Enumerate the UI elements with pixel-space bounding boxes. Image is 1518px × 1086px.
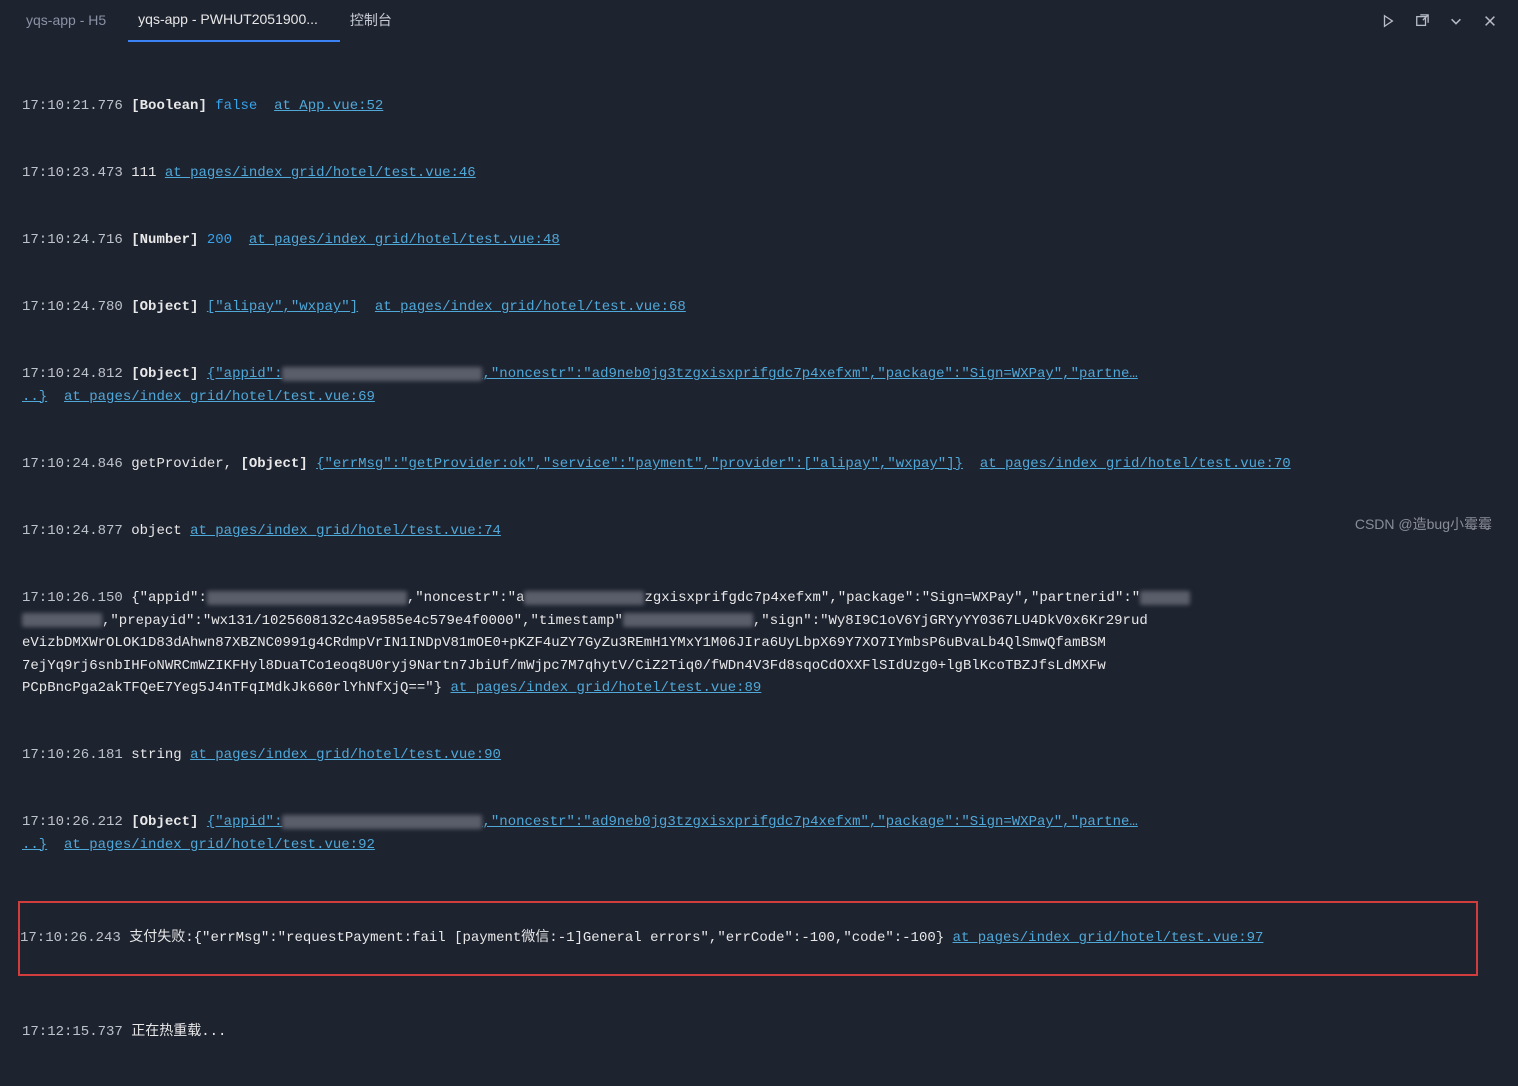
log-row: 17:10:24.812 [Object] {"appid": ,"noncest…	[22, 363, 1518, 408]
log-value: 200	[207, 232, 232, 248]
log-row: 17:10:26.181 string at pages/index_grid/…	[22, 744, 1518, 766]
object-link[interactable]: {"appid": ,"noncestr":"ad9neb0jg3tzgxisxp…	[207, 814, 1138, 830]
obj-part: {"appid":	[207, 366, 283, 382]
obj-part: {"appid":	[207, 814, 283, 830]
obj-part: ,"noncestr":"ad9neb0jg3tzgxisxprifgdc7p4…	[482, 366, 1137, 382]
timestamp: 17:12:15.737	[22, 1024, 123, 1040]
redacted-region	[22, 613, 102, 627]
obj-part: ,"noncestr":"ad9neb0jg3tzgxisxprifgdc7p4…	[482, 814, 1137, 830]
timestamp: 17:10:26.212	[22, 814, 123, 830]
source-link[interactable]: at pages/index_grid/hotel/test.vue:69	[64, 389, 375, 405]
tab-bar: yqs-app - H5 yqs-app - PWHUT2051900... 控…	[0, 0, 1518, 42]
object-link[interactable]: {"appid": ,"noncestr":"ad9neb0jg3tzgxisxp…	[207, 366, 1138, 382]
log-value: false	[215, 98, 257, 114]
txt-part: 7ejYq9rj6snbIHFoNWRCmWZIKFHyl8DuaTCo1eoq…	[22, 658, 1106, 674]
source-link[interactable]: at pages/index_grid/hotel/test.vue:90	[190, 747, 501, 763]
log-row: 17:10:23.473 111 at pages/index_grid/hot…	[22, 162, 1518, 184]
timestamp: 17:10:23.473	[22, 165, 123, 181]
error-highlight-box: 17:10:26.243 支付失败:{"errMsg":"requestPaym…	[18, 901, 1478, 976]
source-link[interactable]: at pages/index_grid/hotel/test.vue:48	[249, 232, 560, 248]
txt-part: PCpBncPga2akTFQeE7Yeg5J4nTFqIMdkJk660rlY…	[22, 680, 442, 696]
source-link[interactable]: index_grid/hotel/test.vue:68	[451, 299, 686, 315]
txt-part: {"appid":	[131, 590, 207, 606]
timestamp: 17:10:26.243	[20, 930, 121, 946]
play-icon[interactable]	[1380, 13, 1396, 29]
log-row-error: 17:10:26.243 支付失败:{"errMsg":"requestPaym…	[20, 927, 1472, 949]
source-link[interactable]: at pages/index_grid/hotel/test.vue:46	[165, 165, 476, 181]
redacted-region	[1140, 591, 1190, 605]
source-link[interactable]: at pages/index_grid/hotel/test.vue:97	[953, 930, 1264, 946]
tab-device[interactable]: yqs-app - PWHUT2051900...	[128, 0, 340, 42]
timestamp: 17:10:26.150	[22, 590, 123, 606]
timestamp: 17:10:24.877	[22, 523, 123, 539]
txt-part: ,"prepayid":"wx131/1025608132c4a9585e4c5…	[102, 613, 623, 629]
log-text: string	[131, 747, 181, 763]
log-row: 17:10:26.150 {"appid": ,"noncestr":"a zgxi…	[22, 587, 1518, 699]
object-cont[interactable]: ..}	[22, 389, 47, 405]
log-type: [Object]	[131, 814, 198, 830]
txt-part: ,"sign":"Wy8I9C1oV6YjGRYyYY0367LU4DkV0x6…	[753, 613, 1148, 629]
log-text: object	[131, 523, 181, 539]
redacted-region	[282, 815, 482, 829]
toolbar-right	[1380, 0, 1498, 42]
tab-console-label[interactable]: 控制台	[340, 1, 414, 41]
source-link[interactable]: at pages/index_grid/hotel/test.vue:92	[64, 837, 375, 853]
log-text: 111	[131, 165, 156, 181]
timestamp: 17:10:24.812	[22, 366, 123, 382]
close-icon[interactable]	[1482, 13, 1498, 29]
log-type: [Object]	[240, 456, 307, 472]
log-row: 17:10:24.716 [Number] 200 at pages/index…	[22, 229, 1518, 251]
timestamp: 17:10:24.716	[22, 232, 123, 248]
watermark: CSDN @造bug小霉霉	[1355, 513, 1492, 535]
redacted-region	[282, 367, 482, 381]
log-text: 支付失败:{"errMsg":"requestPayment:fail [pay…	[129, 930, 944, 946]
log-type: [Boolean]	[131, 98, 207, 114]
source-link[interactable]: at pages/index_grid/hotel/test.vue:74	[190, 523, 501, 539]
log-row: 17:10:24.846 getProvider, [Object] {"err…	[22, 453, 1518, 475]
log-row: 17:10:21.776 [Boolean] false at App.vue:…	[22, 95, 1518, 117]
object-cont[interactable]: ..}	[22, 837, 47, 853]
object-link[interactable]: {"errMsg":"getProvider:ok","service":"pa…	[316, 456, 963, 472]
log-row: 17:10:24.780 [Object] ["alipay","wxpay"]…	[22, 296, 1518, 318]
log-row: 17:10:26.212 [Object] {"appid": ,"noncest…	[22, 811, 1518, 856]
tab-h5[interactable]: yqs-app - H5	[16, 1, 128, 41]
txt-part: eVizbDMXWrOLOK1D83dAhwn87XBZNC0991g4CRdm…	[22, 635, 1106, 651]
object-link[interactable]: ["alipay","wxpay"]	[207, 299, 358, 315]
timestamp: 17:10:26.181	[22, 747, 123, 763]
source-link[interactable]: at pages/index_grid/hotel/test.vue:89	[450, 680, 761, 696]
redacted-region	[524, 591, 644, 605]
source-link-part[interactable]: at pages/	[375, 299, 451, 315]
log-row: 17:10:24.877 object at pages/index_grid/…	[22, 520, 1518, 542]
log-text: getProvider,	[131, 456, 232, 472]
log-type: [Object]	[131, 299, 198, 315]
log-text: 正在热重载...	[131, 1024, 226, 1040]
txt-part: ,"noncestr":"a	[407, 590, 525, 606]
redacted-region	[623, 613, 753, 627]
source-link[interactable]: at pages/index_grid/hotel/test.vue:70	[980, 456, 1291, 472]
source-link[interactable]: at App.vue:52	[274, 98, 383, 114]
chevron-down-icon[interactable]	[1448, 13, 1464, 29]
log-type: [Object]	[131, 366, 198, 382]
popout-icon[interactable]	[1414, 13, 1430, 29]
redacted-region	[207, 591, 407, 605]
log-type: [Number]	[131, 232, 198, 248]
txt-part: zgxisxprifgdc7p4xefxm","package":"Sign=W…	[644, 590, 1140, 606]
log-row: 17:12:15.737 正在热重载...	[22, 1021, 1518, 1043]
console-output: 17:10:21.776 [Boolean] false at App.vue:…	[0, 42, 1518, 1086]
timestamp: 17:10:24.846	[22, 456, 123, 472]
timestamp: 17:10:21.776	[22, 98, 123, 114]
timestamp: 17:10:24.780	[22, 299, 123, 315]
